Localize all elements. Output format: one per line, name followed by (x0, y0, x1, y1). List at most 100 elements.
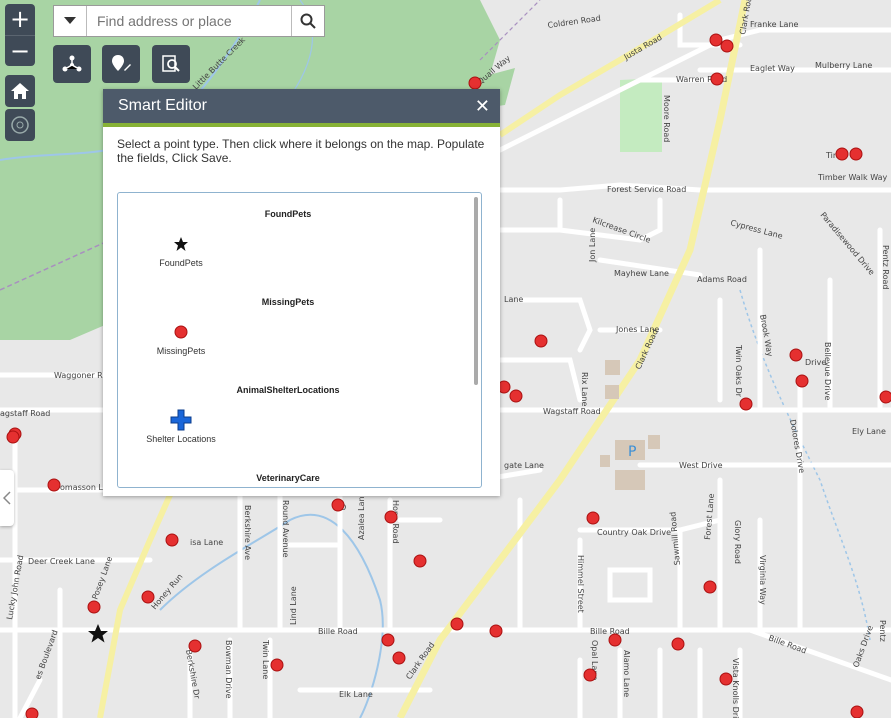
svg-text:Himmel Street: Himmel Street (576, 555, 585, 613)
svg-text:Bowman Drive: Bowman Drive (224, 640, 233, 699)
missing-pet-marker (710, 72, 724, 86)
template-label: Shelter Locations (146, 434, 216, 444)
missing-pet-marker (188, 639, 202, 653)
missing-pet-marker (413, 554, 427, 568)
side-panel-toggle[interactable] (0, 470, 14, 526)
blue-cross-icon (170, 409, 192, 431)
missing-pet-marker (47, 478, 61, 492)
missing-pet-marker (331, 498, 345, 512)
svg-text:Forest Service Road: Forest Service Road (607, 185, 686, 194)
scrollbar[interactable] (474, 197, 478, 385)
missing-pet-marker (534, 334, 548, 348)
home-icon (11, 83, 29, 99)
missing-pet-marker (879, 390, 891, 404)
svg-text:Deer Creek Lane: Deer Creek Lane (28, 557, 95, 566)
search-widget (53, 5, 325, 37)
svg-text:Country Oak Drive: Country Oak Drive (597, 528, 671, 537)
close-icon[interactable]: ✕ (475, 89, 490, 123)
tool-button-smart-editor[interactable] (102, 45, 140, 83)
missing-pet-marker (789, 348, 803, 362)
svg-text:West Drive: West Drive (679, 461, 723, 470)
svg-text:Vista Knolls Drive: Vista Knolls Drive (731, 658, 740, 718)
group-title: MissingPets (261, 297, 315, 307)
svg-text:Timber Walk Way: Timber Walk Way (817, 173, 887, 182)
missing-pet-marker (87, 600, 101, 614)
missing-pet-marker (509, 389, 523, 403)
svg-text:Rix Lane: Rix Lane (580, 372, 589, 406)
search-button[interactable] (291, 6, 324, 36)
template-label: MissingPets (156, 346, 206, 356)
svg-text:Round Avenue: Round Avenue (281, 500, 290, 558)
locate-icon (11, 116, 29, 134)
group-title: VeterinaryCare (256, 473, 320, 483)
parking-icon: P (628, 444, 636, 460)
svg-text:Alamo Lane: Alamo Lane (622, 650, 631, 697)
svg-text:Glory Road: Glory Road (733, 520, 742, 564)
svg-text:Bellevue Drive: Bellevue Drive (823, 342, 832, 400)
missing-pet-marker (25, 707, 39, 718)
locate-button[interactable] (5, 109, 35, 141)
svg-text:Bille Road: Bille Road (318, 627, 358, 636)
search-icon (300, 13, 316, 29)
tool-button-query[interactable] (152, 45, 190, 83)
svg-text:Wagstaff Road: Wagstaff Road (543, 407, 601, 416)
missing-pet-marker (586, 511, 600, 525)
editor-instructions: Select a point type. Then click where it… (117, 137, 485, 165)
missing-pet-marker (583, 668, 597, 682)
missing-pet-marker (795, 374, 809, 388)
panel-title: Smart Editor (118, 97, 207, 114)
svg-text:Adams Road: Adams Road (697, 275, 747, 284)
missing-pet-marker (384, 510, 398, 524)
template-shelter-locations[interactable]: Shelter Locations (136, 409, 226, 444)
missing-pet-marker (270, 658, 284, 672)
missing-pet-marker (450, 617, 464, 631)
svg-text:Drive: Drive (805, 358, 826, 367)
svg-text:Virginia Way: Virginia Way (758, 555, 767, 605)
svg-text:Lane: Lane (504, 295, 523, 304)
zoom-in-button[interactable]: + (5, 4, 35, 35)
zoom-control: + − (5, 4, 35, 66)
missing-pet-marker (671, 637, 685, 651)
svg-text:agstaff Road: agstaff Road (0, 409, 50, 418)
template-missing-pets[interactable]: MissingPets (136, 321, 226, 356)
missing-pet-marker (709, 33, 723, 47)
missing-pet-marker (381, 633, 395, 647)
template-label: FoundPets (159, 258, 203, 268)
svg-text:Azalea Lane: Azalea Lane (357, 491, 366, 540)
chevron-left-icon (3, 491, 11, 505)
svg-text:Lind Lane: Lind Lane (289, 586, 298, 625)
red-dot-icon (174, 325, 188, 339)
svg-text:Berkshire Ave: Berkshire Ave (243, 505, 252, 560)
star-icon (174, 237, 188, 251)
missing-pet-marker (6, 430, 20, 444)
missing-pet-marker (468, 76, 482, 90)
search-source-dropdown[interactable] (54, 6, 87, 36)
template-picker: FoundPets FoundPets MissingPets MissingP… (117, 192, 482, 488)
missing-pet-marker (141, 590, 155, 604)
home-button[interactable] (5, 75, 35, 107)
missing-pet-marker (739, 397, 753, 411)
missing-pet-marker (849, 147, 863, 161)
svg-text:Mulberry Lane: Mulberry Lane (815, 61, 872, 70)
svg-text:Franke Lane: Franke Lane (750, 20, 799, 29)
svg-text:Pentz Road: Pentz Road (881, 245, 890, 289)
query-icon (162, 55, 180, 72)
group-title: FoundPets (264, 209, 312, 219)
missing-pet-marker (835, 147, 849, 161)
svg-text:Pentz: Pentz (878, 620, 887, 642)
svg-text:Twin Oaks Dr: Twin Oaks Dr (734, 344, 743, 398)
svg-text:isa Lane: isa Lane (190, 538, 223, 547)
missing-pet-marker (719, 672, 733, 686)
svg-text:Bille Road: Bille Road (590, 627, 630, 636)
svg-text:Twin Lane: Twin Lane (261, 639, 270, 679)
smart-editor-panel: Smart Editor ✕ Select a point type. Then… (103, 89, 500, 496)
search-input[interactable] (87, 6, 291, 36)
missing-pet-marker (165, 533, 179, 547)
svg-text:Mayhew Lane: Mayhew Lane (614, 269, 669, 278)
missing-pet-marker (608, 633, 622, 647)
svg-text:Eaglet Way: Eaglet Way (750, 64, 795, 73)
zoom-out-button[interactable]: − (5, 35, 35, 67)
tool-button-analysis[interactable] (53, 45, 91, 83)
template-found-pets[interactable]: FoundPets (136, 233, 226, 268)
svg-text:Ely Lane: Ely Lane (852, 427, 886, 436)
